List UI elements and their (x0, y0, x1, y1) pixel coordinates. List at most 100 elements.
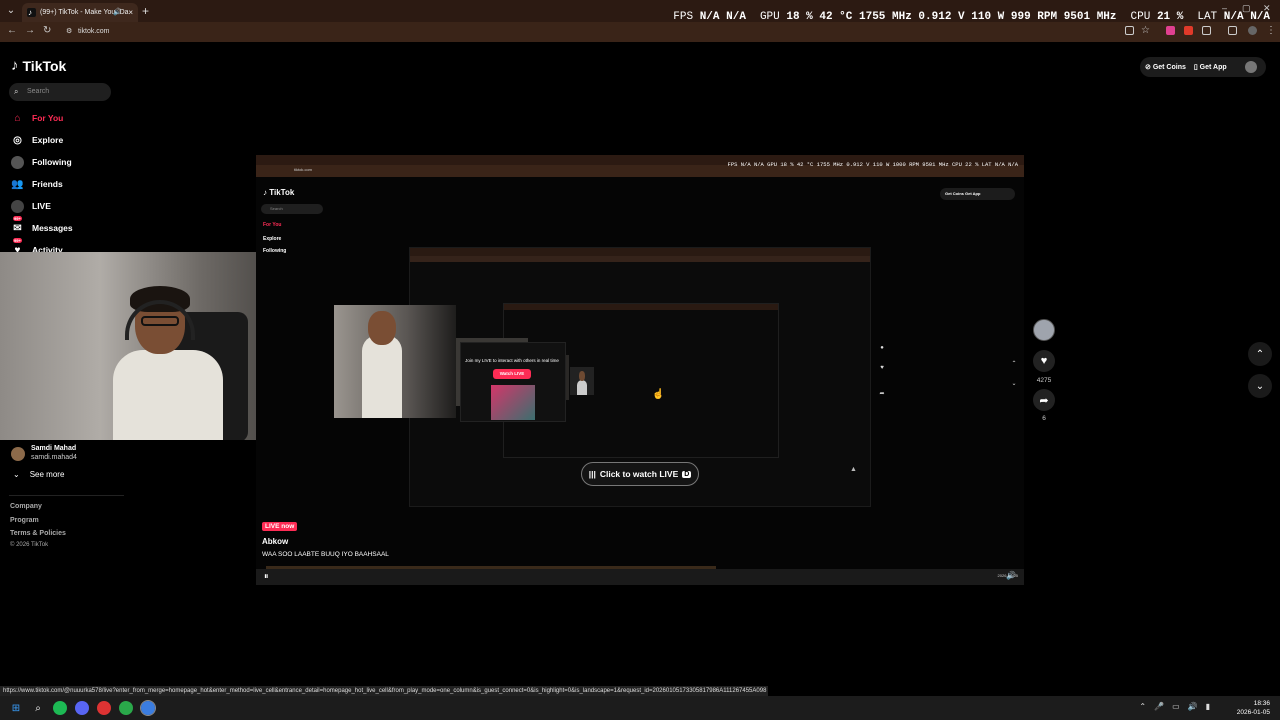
stream-tiktok-logo: ♪ TikTok (263, 188, 295, 197)
stream-rail-up-icon: ⌃ (1011, 361, 1017, 367)
watch-live-button: Watch LIVE (493, 369, 531, 379)
heart-icon: ♥ (1040, 355, 1048, 367)
creator-name[interactable]: Abkow (262, 537, 288, 546)
get-app-button[interactable]: ▯ Get App (1194, 63, 1227, 71)
logo-text: TikTok (22, 57, 67, 74)
see-more-button[interactable]: ⌄ See more (13, 470, 64, 479)
tab-close-icon[interactable]: × (128, 3, 133, 22)
stream-rail-heart-icon: ♥ (880, 365, 884, 371)
click-to-watch-live-button[interactable]: ||| Click to watch LIVE D (581, 462, 699, 486)
forward-icon[interactable]: → (25, 25, 35, 36)
messages-badge: 99+ (13, 216, 22, 221)
following-account[interactable]: Samdi Mahad samdi.mahad4 (11, 444, 77, 462)
bookmark-star-icon[interactable]: ☆ (1141, 25, 1150, 36)
hand-cursor-icon: ☝ (652, 389, 665, 400)
discord-icon[interactable] (75, 701, 89, 715)
like-button[interactable]: ♥ (1033, 350, 1055, 372)
stream-clock: 2026-01-05 (997, 573, 1018, 578)
account-name: Samdi Mahad (31, 445, 77, 452)
speaker-icon[interactable]: 🔊 (113, 3, 122, 22)
live-video-player[interactable]: tiktok.com FPS N/A N/A GPU 18 % 42 °C 17… (256, 155, 1024, 585)
sidebar-item-live[interactable]: LIVE (11, 198, 51, 214)
sidebar-item-friends[interactable]: 👥 Friends (11, 176, 62, 192)
sidebar-item-explore[interactable]: ◎ Explore (11, 132, 63, 148)
previous-video-button[interactable]: ⌃ (1248, 342, 1272, 366)
install-app-icon[interactable] (1125, 26, 1134, 35)
get-coins-button[interactable]: ⊘ Get Coins (1145, 63, 1186, 71)
tray-chevron-icon[interactable]: ⌃ (1139, 702, 1146, 711)
battery-icon[interactable]: ▮ (1206, 702, 1210, 711)
stream-top-actions: Get Coins Get App (940, 188, 1015, 200)
share-button[interactable]: ➦ (1033, 389, 1055, 411)
stream-nav-explore: Explore (263, 236, 282, 242)
next-video-button[interactable]: ⌄ (1248, 374, 1272, 398)
stream-rail-avatar: ● (880, 345, 884, 351)
site-info-icon[interactable]: ⚙ (66, 25, 72, 39)
footer-link-terms[interactable]: Terms & Policies (10, 530, 66, 537)
like-count: 4275 (1036, 377, 1052, 384)
search-input[interactable]: ⌕ Search (9, 83, 111, 101)
friends-icon: 👥 (11, 178, 24, 190)
streamer (113, 286, 223, 440)
shortcut-key: D (682, 470, 692, 478)
footer-link-company[interactable]: Company (10, 503, 42, 510)
sidebar-toggle-icon[interactable] (1228, 26, 1237, 35)
stream-rail-down-icon: ⌄ (1011, 381, 1017, 387)
sidebar-item-for-you[interactable]: ⌂ For You (11, 110, 63, 126)
browser-menu-icon[interactable]: ⋮ (1266, 25, 1276, 36)
new-tab-button[interactable]: + (142, 4, 149, 18)
avatar (11, 447, 25, 461)
nested-live-preview: Join my LIVE to interact with others in … (460, 342, 566, 422)
tiktok-logo[interactable]: ♪ TikTok (11, 57, 66, 74)
reload-icon[interactable]: ↻ (43, 25, 51, 36)
live-icon (11, 199, 24, 213)
microphone-icon[interactable]: 🎤 (1154, 702, 1164, 711)
tiktok-favicon-icon (27, 3, 36, 22)
tab-list-chevron-icon[interactable]: ⌄ (4, 4, 18, 18)
share-count: 6 (1042, 415, 1046, 422)
browser-tab[interactable]: (99+) TikTok - Make Your Da 🔊 × (22, 3, 138, 22)
join-live-text: Join my LIVE to interact with others in … (465, 358, 559, 363)
share-icon: ➦ (1039, 394, 1049, 407)
account-handle: samdi.mahad4 (31, 454, 77, 461)
windows-start-icon[interactable]: ⊞ (9, 701, 23, 715)
creator-avatar[interactable] (1033, 319, 1055, 341)
windows-taskbar: ⊞ ⌕ ⌃ 🎤 ▭ 🔊 ▮ 18:36 2026-01-05 (0, 696, 1280, 720)
activity-badge: 99+ (13, 238, 22, 243)
search-placeholder: Search (27, 88, 50, 95)
chrome-active-icon[interactable] (140, 700, 156, 716)
extension-red-icon[interactable] (1184, 26, 1193, 35)
tray-volume-icon[interactable]: 🔊 (1188, 702, 1198, 711)
copyright: © 2026 TikTok (10, 542, 49, 548)
divider (9, 495, 124, 496)
extensions-puzzle-icon[interactable] (1202, 26, 1211, 35)
stream-nav-following: Following (263, 248, 287, 254)
following-icon (11, 155, 24, 169)
footer-link-program[interactable]: Program (10, 517, 39, 524)
stream-search: Search (261, 204, 323, 214)
chevron-down-icon: ⌄ (1255, 380, 1265, 392)
stream-nav-for-you: For You (263, 222, 282, 228)
taskbar-search-icon[interactable]: ⌕ (31, 701, 45, 715)
link-status-url: https://www.tiktok.com/@nuuurka578/live?… (0, 686, 768, 696)
chevron-up-icon: ⌃ (1255, 348, 1265, 360)
network-icon[interactable]: ▭ (1172, 702, 1180, 711)
live-now-badge: LIVE now (262, 522, 298, 531)
bars-icon: ||| (588, 469, 596, 479)
spotify-icon[interactable] (53, 701, 67, 715)
back-icon[interactable]: ← (7, 25, 17, 36)
app-red-icon[interactable] (97, 701, 111, 715)
taskbar-clock[interactable]: 18:36 2026-01-05 (1237, 699, 1270, 717)
chevron-down-icon: ⌄ (13, 470, 20, 479)
url-field[interactable]: ⚙ tiktok.com (62, 25, 1112, 39)
chrome-icon[interactable] (119, 701, 133, 715)
profile-avatar[interactable] (1244, 61, 1257, 73)
search-icon: ⌕ (14, 87, 19, 96)
sidebar-item-following[interactable]: Following (11, 154, 72, 170)
sidebar-item-messages[interactable]: ✉ Messages 99+ (11, 216, 73, 236)
extension-pink-icon[interactable] (1166, 26, 1175, 35)
compass-icon: ◎ (13, 134, 22, 146)
profile-avatar-icon[interactable] (1248, 26, 1257, 35)
url-text: tiktok.com (78, 28, 110, 35)
stream-performance-overlay: FPS N/A N/A GPU 18 % 42 °C 1755 MHz 0.91… (727, 161, 1018, 168)
